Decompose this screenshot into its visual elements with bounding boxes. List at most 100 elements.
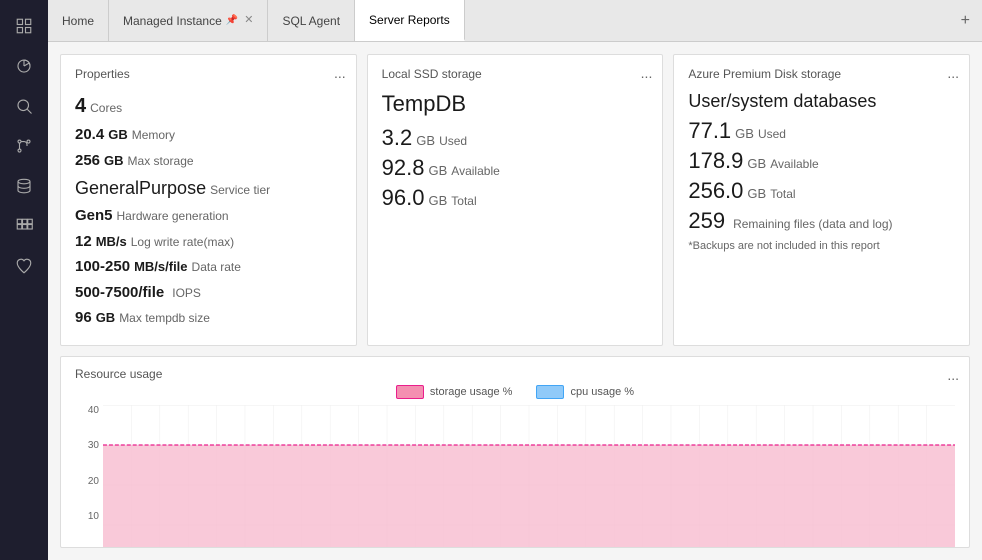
properties-card: Properties ... 4 Cores 20.4 GB Memory 25… bbox=[60, 54, 357, 346]
cores-label: Cores bbox=[90, 99, 122, 117]
ssd-used-label: Used bbox=[439, 134, 467, 148]
tab-sql-agent[interactable]: SQL Agent bbox=[268, 0, 355, 41]
azure-note: *Backups are not included in this report bbox=[688, 240, 955, 252]
log-write-value: 12 bbox=[75, 231, 92, 254]
tab-add-button[interactable]: + bbox=[949, 0, 982, 41]
prop-cores: 4 Cores bbox=[75, 91, 342, 121]
cores-value: 4 bbox=[75, 91, 86, 121]
main-area: Home Managed Instance 📌 ✕ SQL Agent Serv… bbox=[48, 0, 982, 560]
resource-usage-title: Resource usage bbox=[75, 367, 955, 381]
ssd-total-unit: GB bbox=[429, 193, 448, 208]
tempdb-value: 96 bbox=[75, 307, 92, 330]
azure-available: 178.9 GB Available bbox=[688, 148, 955, 174]
y-label-40: 40 bbox=[88, 405, 99, 416]
prop-log-write: 12 MB/s Log write rate(max) bbox=[75, 231, 342, 254]
azure-used-label: Used bbox=[758, 127, 786, 141]
pin-icon: 📌 bbox=[226, 15, 238, 26]
database-icon[interactable] bbox=[6, 168, 42, 204]
search-icon[interactable] bbox=[6, 88, 42, 124]
legend-cpu: cpu usage % bbox=[536, 385, 634, 399]
pages-icon[interactable] bbox=[6, 8, 42, 44]
ssd-used-unit: GB bbox=[416, 133, 435, 148]
tab-home-label: Home bbox=[62, 14, 94, 28]
log-write-unit: MB/s bbox=[96, 232, 127, 252]
legend-cpu-color bbox=[536, 385, 564, 399]
hardware-value: Gen5 bbox=[75, 205, 113, 228]
close-icon[interactable]: ✕ bbox=[244, 15, 253, 26]
legend-storage-color bbox=[396, 385, 424, 399]
ssd-used-value: 3.2 bbox=[382, 125, 413, 151]
chart-legend: storage usage % cpu usage % bbox=[75, 385, 955, 399]
heart-icon[interactable] bbox=[6, 248, 42, 284]
ssd-total: 96.0 GB Total bbox=[382, 185, 649, 211]
azure-disk-card: Azure Premium Disk storage ... User/syst… bbox=[673, 54, 970, 346]
grid-icon[interactable] bbox=[6, 208, 42, 244]
y-label-10: 10 bbox=[88, 511, 99, 522]
y-label-30: 30 bbox=[88, 440, 99, 451]
local-ssd-title: Local SSD storage bbox=[382, 67, 649, 81]
prop-iops: 500-7500/file IOPS bbox=[75, 282, 342, 305]
ssd-total-value: 96.0 bbox=[382, 185, 425, 211]
azure-disk-db-title: User/system databases bbox=[688, 91, 955, 112]
y-label-20: 20 bbox=[88, 476, 99, 487]
prop-data-rate: 100-250 MB/s/file Data rate bbox=[75, 256, 342, 279]
y-axis: 40 30 20 10 bbox=[75, 405, 103, 549]
resource-usage-menu[interactable]: ... bbox=[947, 367, 959, 383]
tempdb-unit: GB bbox=[96, 308, 116, 328]
azure-used-value: 77.1 bbox=[688, 118, 731, 144]
azure-total-unit: GB bbox=[747, 186, 766, 201]
iops-value: 500-7500/file bbox=[75, 282, 164, 305]
chart-plot bbox=[103, 405, 955, 549]
chart-svg bbox=[103, 405, 955, 549]
data-rate-value: 100-250 bbox=[75, 256, 130, 279]
hardware-label: Hardware generation bbox=[117, 207, 229, 225]
local-ssd-card: Local SSD storage ... TempDB 3.2 GB Used… bbox=[367, 54, 664, 346]
max-storage-label: Max storage bbox=[128, 152, 194, 170]
max-storage-value: 256 bbox=[75, 150, 100, 173]
azure-available-value: 178.9 bbox=[688, 148, 743, 174]
memory-unit: GB bbox=[108, 125, 128, 145]
azure-used: 77.1 GB Used bbox=[688, 118, 955, 144]
azure-disk-title: Azure Premium Disk storage bbox=[688, 67, 955, 81]
tab-bar: Home Managed Instance 📌 ✕ SQL Agent Serv… bbox=[48, 0, 982, 42]
ssd-available: 92.8 GB Available bbox=[382, 155, 649, 181]
azure-used-unit: GB bbox=[735, 126, 754, 141]
log-write-label: Log write rate(max) bbox=[131, 233, 234, 251]
local-ssd-menu[interactable]: ... bbox=[641, 65, 653, 81]
azure-disk-menu[interactable]: ... bbox=[947, 65, 959, 81]
azure-available-unit: GB bbox=[747, 156, 766, 171]
iops-label: IOPS bbox=[172, 284, 201, 302]
tab-managed-instance[interactable]: Managed Instance 📌 ✕ bbox=[109, 0, 268, 41]
azure-remaining-label: Remaining files (data and log) bbox=[733, 217, 892, 231]
tempdb-label: Max tempdb size bbox=[119, 309, 210, 327]
data-rate-unit: MB/s/file bbox=[134, 257, 187, 277]
service-tier-label: Service tier bbox=[210, 181, 270, 199]
properties-card-menu[interactable]: ... bbox=[334, 65, 346, 81]
properties-card-title: Properties bbox=[75, 67, 342, 81]
prop-max-storage: 256 GB Max storage bbox=[75, 150, 342, 173]
analytics-icon[interactable] bbox=[6, 48, 42, 84]
azure-total-value: 256.0 bbox=[688, 178, 743, 204]
legend-storage: storage usage % bbox=[396, 385, 513, 399]
sidebar bbox=[0, 0, 48, 560]
azure-available-label: Available bbox=[770, 157, 818, 171]
ssd-available-unit: GB bbox=[429, 163, 448, 178]
branch-icon[interactable] bbox=[6, 128, 42, 164]
tab-server-reports[interactable]: Server Reports bbox=[355, 0, 465, 41]
azure-remaining: 259 Remaining files (data and log) bbox=[688, 208, 955, 234]
ssd-total-label: Total bbox=[451, 194, 476, 208]
tab-managed-instance-label: Managed Instance bbox=[123, 14, 222, 28]
ssd-used: 3.2 GB Used bbox=[382, 125, 649, 151]
prop-hardware: Gen5 Hardware generation bbox=[75, 205, 342, 228]
azure-remaining-value: 259 bbox=[688, 208, 725, 234]
azure-total-label: Total bbox=[770, 187, 795, 201]
resource-usage-card: ... Resource usage storage usage % cpu u… bbox=[60, 356, 970, 549]
ssd-available-label: Available bbox=[451, 164, 499, 178]
legend-storage-label: storage usage % bbox=[430, 386, 513, 398]
azure-total: 256.0 GB Total bbox=[688, 178, 955, 204]
prop-tempdb: 96 GB Max tempdb size bbox=[75, 307, 342, 330]
tab-home[interactable]: Home bbox=[48, 0, 109, 41]
memory-value: 20.4 bbox=[75, 124, 104, 147]
tab-sql-agent-label: SQL Agent bbox=[282, 14, 340, 28]
prop-service-tier: GeneralPurpose Service tier bbox=[75, 175, 342, 202]
